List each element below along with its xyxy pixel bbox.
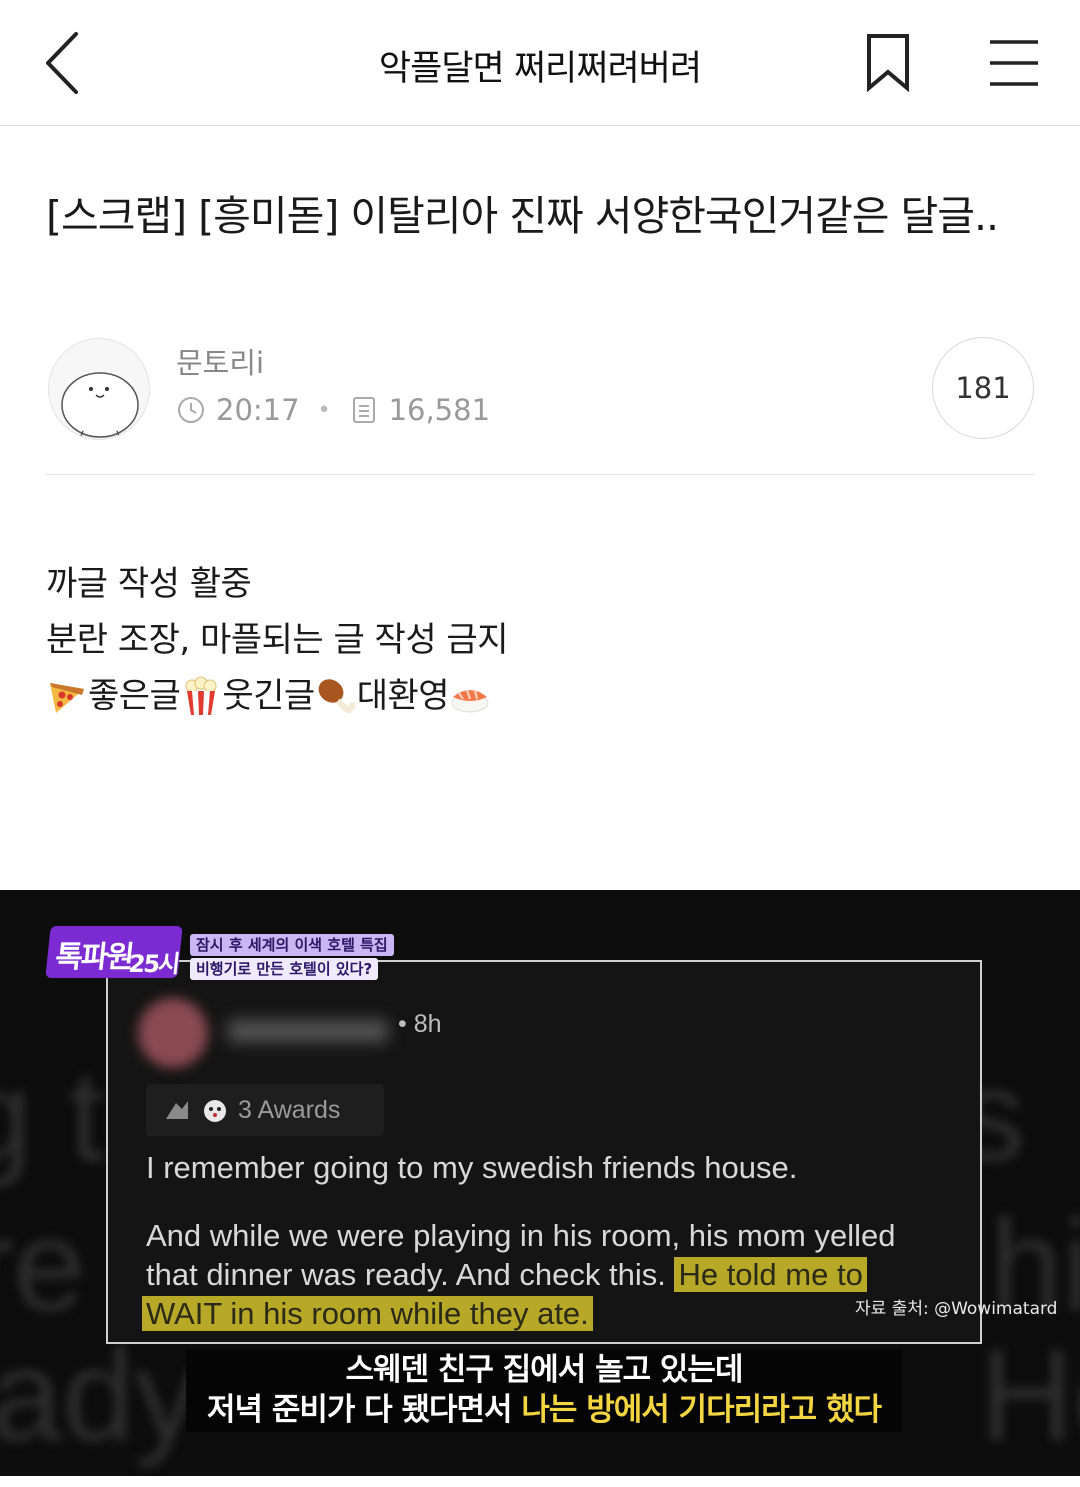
meta-separator: • [317, 397, 331, 423]
image-source: 자료 출처: @Wowimatard [855, 1299, 1058, 1319]
background-blur: g t [0, 1042, 105, 1188]
views-icon [352, 397, 375, 423]
awards-count: 3 Awards [238, 1095, 341, 1124]
clock-icon [178, 397, 204, 423]
blurred-username [228, 1020, 388, 1042]
body-word-good: 좋은글 [88, 676, 181, 716]
post-body: 까글 작성 활중 분란 조장, 마플되는 글 작성 금지 좋은글 웃긴글 대환영 [46, 556, 509, 724]
subtitle-white: 저녁 준비가 다 됐다면서 [207, 1392, 522, 1428]
body-line-2: 분란 조장, 마플되는 글 작성 금지 [46, 620, 509, 660]
body-word-funny: 웃긴글 [222, 676, 315, 716]
avatar[interactable] [48, 338, 150, 440]
header-divider [46, 474, 1034, 475]
subtitle-yellow: 나는 방에서 기다리라고 했다 [521, 1392, 882, 1428]
avatar-character-icon [61, 372, 139, 439]
video-subtitle: 스웨덴 친구 집에서 놀고 있는데 저녁 준비가 다 됐다면서 나는 방에서 기… [186, 1350, 902, 1432]
blurred-avatar [138, 998, 208, 1068]
sushi-icon [451, 689, 489, 713]
show-logo-number: 25시 [127, 950, 180, 978]
comment-line-2: And while we were playing in his room, h… [146, 1218, 896, 1253]
comment-highlight: WAIT in his room while they ate. [142, 1296, 593, 1331]
hamburger-menu-icon [990, 40, 1038, 86]
reddit-comment-card: • 8h 3 Awards I remember going to my swe… [106, 960, 982, 1344]
comment-line-1: I remember going to my swedish friends h… [146, 1150, 798, 1185]
board-title: 악플달면 쩌리쩌려버려 [378, 49, 702, 89]
background-blur: re [0, 1192, 86, 1338]
comment-text: that dinner was ready. And check this. [146, 1257, 666, 1292]
popcorn-icon [185, 676, 217, 715]
subtitle-line-1: 스웨덴 친구 집에서 놀고 있는데 [345, 1352, 744, 1388]
bookmark-icon [867, 34, 909, 93]
comment-highlight: He told me to [674, 1257, 867, 1292]
subtitle-line-2: 저녁 준비가 다 됐다면서 나는 방에서 기다리라고 했다 [186, 1390, 902, 1430]
background-blur: He [980, 1322, 1080, 1468]
award-icon [204, 1100, 226, 1122]
menu-button[interactable] [984, 36, 1044, 90]
comment-time: • 8h [398, 1010, 442, 1038]
body-line-3: 좋은글 웃긴글 대환영 [46, 668, 508, 724]
view-count: 16,581 [388, 393, 491, 427]
comment-count-button[interactable]: 181 [932, 337, 1034, 439]
top-bar: 악플달면 쩌리쩌려버려 [0, 0, 1080, 126]
embedded-image: g t re ady s hi He • 8h 3 Awards I remem… [0, 890, 1080, 1476]
show-caption-2: 비행기로 만든 호텔이 있다? [190, 958, 379, 980]
show-caption-1: 잠시 후 세계의 이색 호텔 특집 [190, 934, 394, 956]
show-logo: 톡파원 25시 [45, 926, 183, 978]
body-word-welcome: 대환영 [356, 676, 450, 716]
chicken-leg-icon [318, 679, 356, 714]
show-logo-text: 톡파원 [53, 940, 135, 975]
pizza-icon [50, 683, 84, 713]
post-meta: 20:17 • 16,581 [176, 390, 490, 430]
comment-line-3: that dinner was ready. And check this. H… [146, 1255, 976, 1294]
post-time: 20:17 [216, 393, 300, 427]
award-icon [166, 1101, 188, 1119]
awards-box: 3 Awards [146, 1084, 384, 1136]
author-name[interactable]: 문토리i [176, 340, 264, 382]
comment-count: 181 [955, 371, 1011, 405]
post-title: [스크랩] [흥미돋] 이탈리아 진짜 서양한국인거같은 달글.. [46, 192, 999, 240]
bookmark-button[interactable] [862, 30, 914, 94]
body-line-1: 까글 작성 활중 [46, 564, 252, 604]
comment-line-4: WAIT in his room while they ate. [142, 1294, 972, 1333]
